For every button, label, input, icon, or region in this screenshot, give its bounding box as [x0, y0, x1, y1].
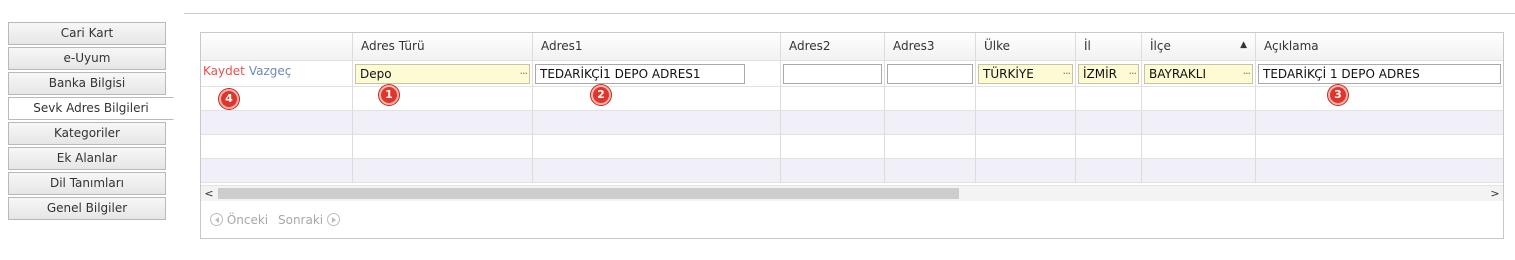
next-icon	[326, 213, 340, 226]
table-row[interactable]	[201, 135, 1503, 159]
address-grid-panel: Adres Türü Adres1 Adres2 Adres3 Ülke İl …	[200, 32, 1504, 239]
tab-cari-kart[interactable]: Cari Kart	[8, 22, 166, 45]
table-row[interactable]	[201, 111, 1503, 135]
previous-label: Önceki	[226, 213, 269, 227]
address-grid: Adres Türü Adres1 Adres2 Adres3 Ülke İl …	[201, 33, 1503, 183]
side-tabs: Cari Kart e-Uyum Banka Bilgisi Sevk Adre…	[8, 22, 174, 222]
tab-ek-alanlar[interactable]: Ek Alanlar	[8, 147, 166, 170]
column-header-aciklama[interactable]: Açıklama	[1256, 33, 1503, 61]
tab-banka-bilgisi[interactable]: Banka Bilgisi	[8, 72, 166, 95]
save-link[interactable]: Kaydet	[203, 64, 245, 78]
previous-page-button[interactable]: Önceki	[210, 213, 268, 227]
lookup-ellipsis-icon[interactable]: ···	[1129, 65, 1137, 83]
next-page-button[interactable]: Sonraki	[278, 213, 340, 227]
cancel-link[interactable]: Vazgeç	[249, 64, 292, 78]
cell-ilce: BAYRAKLI ···	[1142, 61, 1256, 87]
column-header-adres-turu[interactable]: Adres Türü	[353, 33, 533, 61]
lookup-ellipsis-icon[interactable]: ···	[1063, 65, 1071, 83]
aciklama-input[interactable]: TEDARİKÇİ 1 DEPO ADRES	[1258, 64, 1501, 84]
lookup-ellipsis-icon[interactable]: ···	[1243, 65, 1251, 83]
column-header-actions	[201, 33, 353, 61]
table-row[interactable]	[201, 87, 1503, 111]
column-header-ilce[interactable]: İlçe ▲	[1142, 33, 1256, 61]
adres-turu-lookup-field[interactable]: Depo ···	[355, 64, 530, 84]
grid-edit-row: Kaydet Vazgeç 4 Depo ··· 1 TEDARİKÇİ1 DEP…	[201, 61, 1503, 109]
tab-dil-tanimlari[interactable]: Dil Tanımları	[8, 172, 166, 195]
scroll-left-icon[interactable]: <	[201, 186, 217, 201]
tab-kategoriler[interactable]: Kategoriler	[8, 122, 166, 145]
il-lookup-field[interactable]: İZMİR ···	[1078, 64, 1139, 84]
column-header-ilce-label: İlçe	[1150, 39, 1171, 53]
adres1-input[interactable]: TEDARİKÇİ1 DEPO ADRES1	[535, 64, 745, 84]
column-header-ulke[interactable]: Ülke	[976, 33, 1076, 61]
ulke-lookup-field[interactable]: TÜRKİYE ···	[978, 64, 1073, 84]
ulke-value: TÜRKİYE	[983, 67, 1034, 81]
ilce-lookup-field[interactable]: BAYRAKLI ···	[1144, 64, 1253, 84]
sort-ascending-icon: ▲	[1240, 40, 1247, 50]
lookup-ellipsis-icon[interactable]: ···	[520, 65, 528, 83]
scroll-right-icon[interactable]: >	[1487, 186, 1503, 201]
cell-adres2	[781, 61, 885, 87]
tab-sevk-adres-bilgileri[interactable]: Sevk Adres Bilgileri	[8, 97, 174, 120]
adres2-input[interactable]	[783, 64, 882, 84]
row-actions: Kaydet Vazgeç 4	[201, 61, 353, 109]
cell-il: İZMİR ···	[1076, 61, 1142, 87]
il-value: İZMİR	[1083, 67, 1117, 81]
tab-e-uyum[interactable]: e-Uyum	[8, 47, 166, 70]
next-label: Sonraki	[277, 213, 324, 227]
grid-header-row: Adres Türü Adres1 Adres2 Adres3 Ülke İl …	[201, 33, 1503, 61]
column-header-adres1[interactable]: Adres1	[533, 33, 781, 61]
cell-adres3	[885, 61, 976, 87]
cell-aciklama: TEDARİKÇİ 1 DEPO ADRES 3	[1256, 61, 1503, 105]
cell-ulke: TÜRKİYE ···	[976, 61, 1076, 87]
column-header-adres2[interactable]: Adres2	[781, 33, 885, 61]
pager: Önceki Sonraki	[207, 213, 343, 227]
table-row[interactable]	[201, 159, 1503, 183]
column-header-il[interactable]: İl	[1076, 33, 1142, 61]
adres3-input[interactable]	[887, 64, 973, 84]
tab-genel-bilgiler[interactable]: Genel Bilgiler	[8, 197, 166, 220]
cell-adres1: TEDARİKÇİ1 DEPO ADRES1 2	[533, 61, 781, 105]
previous-icon	[210, 213, 223, 226]
scrollbar-thumb[interactable]	[218, 188, 959, 199]
cell-adres-turu: Depo ··· 1	[353, 61, 533, 105]
horizontal-scrollbar[interactable]: < >	[201, 185, 1503, 201]
ilce-value: BAYRAKLI	[1149, 67, 1206, 81]
column-header-adres3[interactable]: Adres3	[885, 33, 976, 61]
adres-turu-value: Depo	[360, 67, 392, 81]
content-frame-border	[184, 13, 1515, 14]
